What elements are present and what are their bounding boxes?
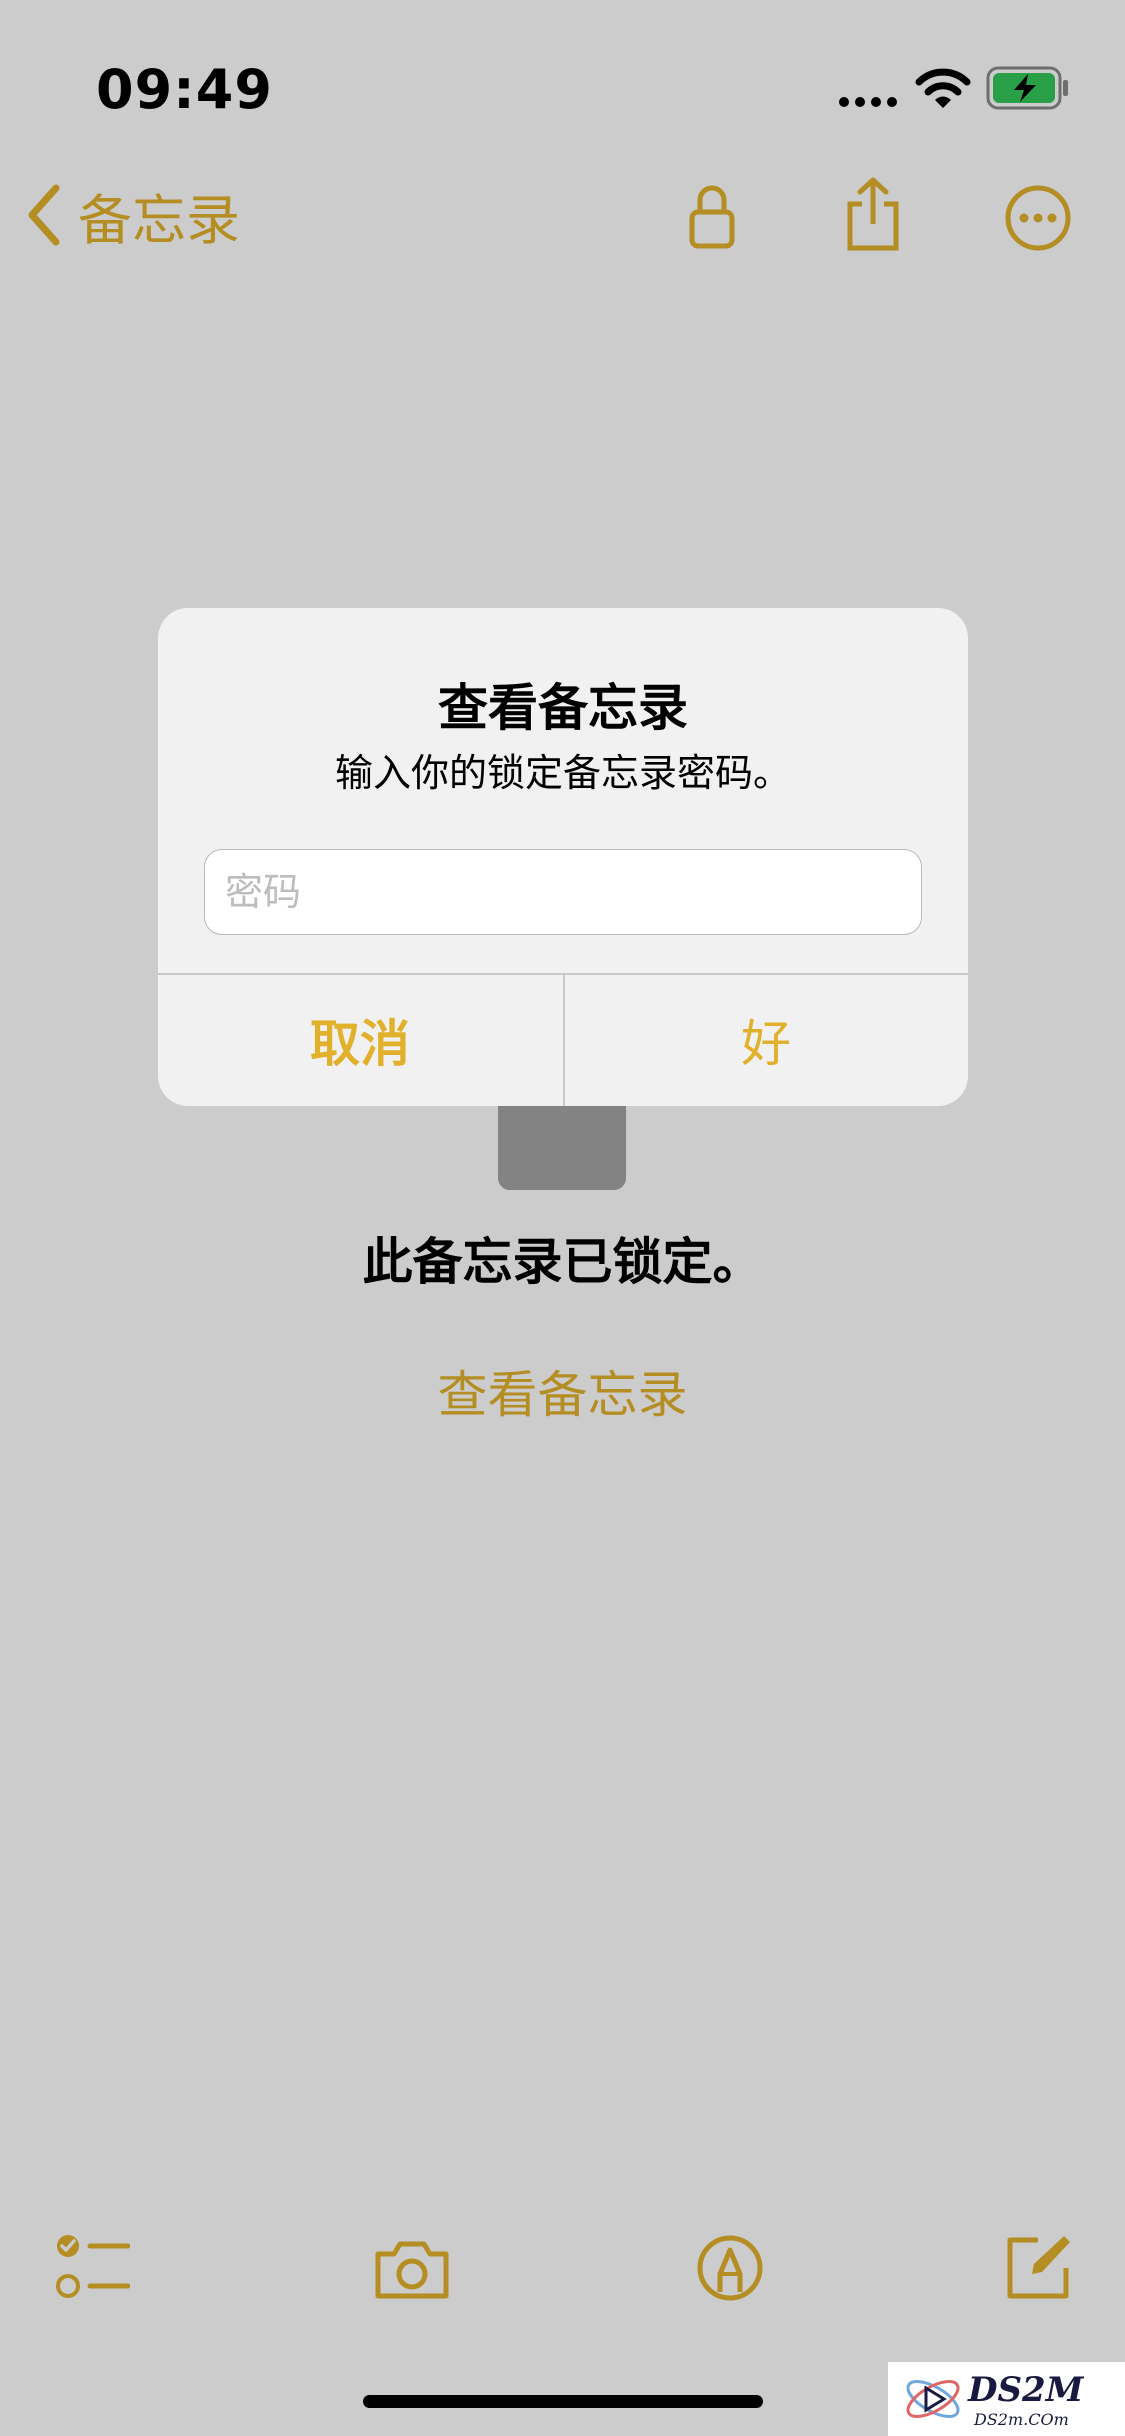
password-input[interactable] (204, 849, 922, 935)
watermark-text: DS2M (968, 2370, 1084, 2410)
watermark-logo-icon (906, 2380, 960, 2418)
notes-screen: 09:49 备忘录 此备忘录已锁定。 查看备忘录 查看备忘录 输入你的锁定备忘录… (0, 0, 1125, 2436)
watermark-subtext: DS2m.COm (974, 2410, 1069, 2429)
password-alert: 查看备忘录 输入你的锁定备忘录密码。 取消 好 (158, 608, 968, 1106)
ok-button[interactable]: 好 (564, 974, 968, 1106)
alert-message: 输入你的锁定备忘录密码。 (334, 751, 791, 795)
alert-title: 查看备忘录 (438, 679, 688, 737)
cancel-button[interactable]: 取消 (158, 974, 562, 1106)
dim-overlay (0, 0, 1125, 2436)
ds2m-watermark: DS2M DS2m.COm (888, 2362, 1125, 2436)
